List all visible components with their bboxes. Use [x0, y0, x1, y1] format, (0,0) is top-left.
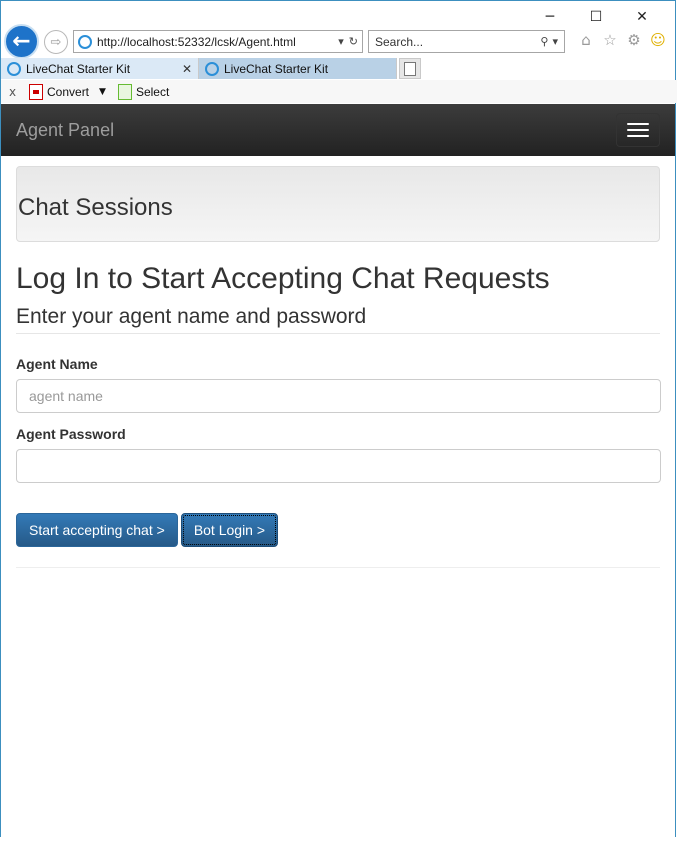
tab-label: LiveChat Starter Kit	[26, 61, 131, 76]
start-accepting-chat-button[interactable]: Start accepting chat >	[16, 513, 178, 547]
browser-window: ─ ☐ ✕ ← ⇨ http://localhost:52332/lcsk/Ag…	[0, 0, 677, 837]
search-input[interactable]	[375, 34, 537, 49]
window-controls: ─ ☐ ✕	[527, 7, 665, 27]
new-tab-icon	[404, 61, 416, 76]
form-actions: Start accepting chat > Bot Login >	[16, 513, 660, 568]
chevron-down-icon[interactable]: ▼	[99, 87, 106, 97]
hamburger-bar	[627, 129, 649, 131]
jumbotron: Chat Sessions	[16, 166, 660, 242]
gear-icon[interactable]: ⚙	[625, 31, 643, 49]
new-tab-button[interactable]	[399, 58, 421, 79]
agent-password-input[interactable]	[16, 449, 661, 483]
hamburger-bar	[627, 135, 649, 137]
browser-toolbar-icons: ⌂ ☆ ⚙ ☺	[577, 31, 667, 49]
back-arrow-icon[interactable]: ←	[4, 24, 39, 59]
maximize-button[interactable]: ☐	[573, 7, 619, 27]
jumbotron-title: Chat Sessions	[18, 194, 173, 221]
search-box[interactable]: ⚲ ▾	[368, 30, 565, 53]
page-subtitle: Enter your agent name and password	[16, 305, 660, 334]
hamburger-bar	[627, 123, 649, 125]
convert-button[interactable]: Convert	[29, 83, 90, 100]
smiley-icon[interactable]: ☺	[649, 31, 667, 49]
search-dropdown-icon[interactable]: ▾	[552, 35, 558, 48]
convert-label: Convert	[47, 84, 90, 99]
close-icon[interactable]: ✕	[182, 62, 192, 76]
minimize-button[interactable]: ─	[527, 7, 573, 27]
address-bar[interactable]: http://localhost:52332/lcsk/Agent.html ▾…	[73, 30, 363, 53]
page-title: Log In to Start Accepting Chat Requests	[16, 262, 550, 295]
agent-name-input[interactable]	[16, 379, 661, 413]
ie-icon	[205, 61, 219, 76]
bot-login-button[interactable]: Bot Login >	[180, 513, 279, 547]
page-container: Chat Sessions Log In to Start Accepting …	[1, 166, 675, 568]
close-window-button[interactable]: ✕	[619, 7, 665, 27]
hamburger-menu-button[interactable]	[616, 113, 660, 147]
dropdown-icon[interactable]: ▾	[338, 35, 344, 48]
page-viewport: Agent Panel Chat Sessions Log In to Star…	[1, 104, 675, 837]
tab-label: LiveChat Starter Kit	[224, 61, 329, 76]
navbar: Agent Panel	[1, 104, 675, 156]
pdf-icon	[29, 83, 43, 100]
agent-password-label: Agent Password	[16, 426, 126, 442]
home-icon[interactable]: ⌂	[577, 31, 595, 49]
ie-icon	[7, 61, 21, 76]
close-command-bar-icon[interactable]: x	[9, 85, 23, 99]
ie-icon	[78, 34, 92, 49]
select-label: Select	[135, 84, 170, 99]
search-icon[interactable]: ⚲	[540, 35, 548, 48]
refresh-icon[interactable]: ↻	[349, 35, 358, 48]
select-icon	[117, 83, 132, 100]
tab-livechat-1[interactable]: LiveChat Starter Kit ✕	[1, 58, 199, 79]
tab-livechat-2[interactable]: LiveChat Starter Kit	[199, 58, 397, 79]
star-icon[interactable]: ☆	[601, 31, 619, 49]
agent-name-label: Agent Name	[16, 356, 98, 372]
address-text[interactable]: http://localhost:52332/lcsk/Agent.html	[97, 35, 333, 49]
forward-arrow-icon[interactable]: ⇨	[44, 30, 68, 54]
command-bar: x Convert ▼ Select	[1, 80, 677, 103]
tab-strip: LiveChat Starter Kit ✕ LiveChat Starter …	[1, 58, 677, 79]
select-button[interactable]: Select	[117, 83, 170, 100]
navbar-brand[interactable]: Agent Panel	[16, 120, 114, 141]
